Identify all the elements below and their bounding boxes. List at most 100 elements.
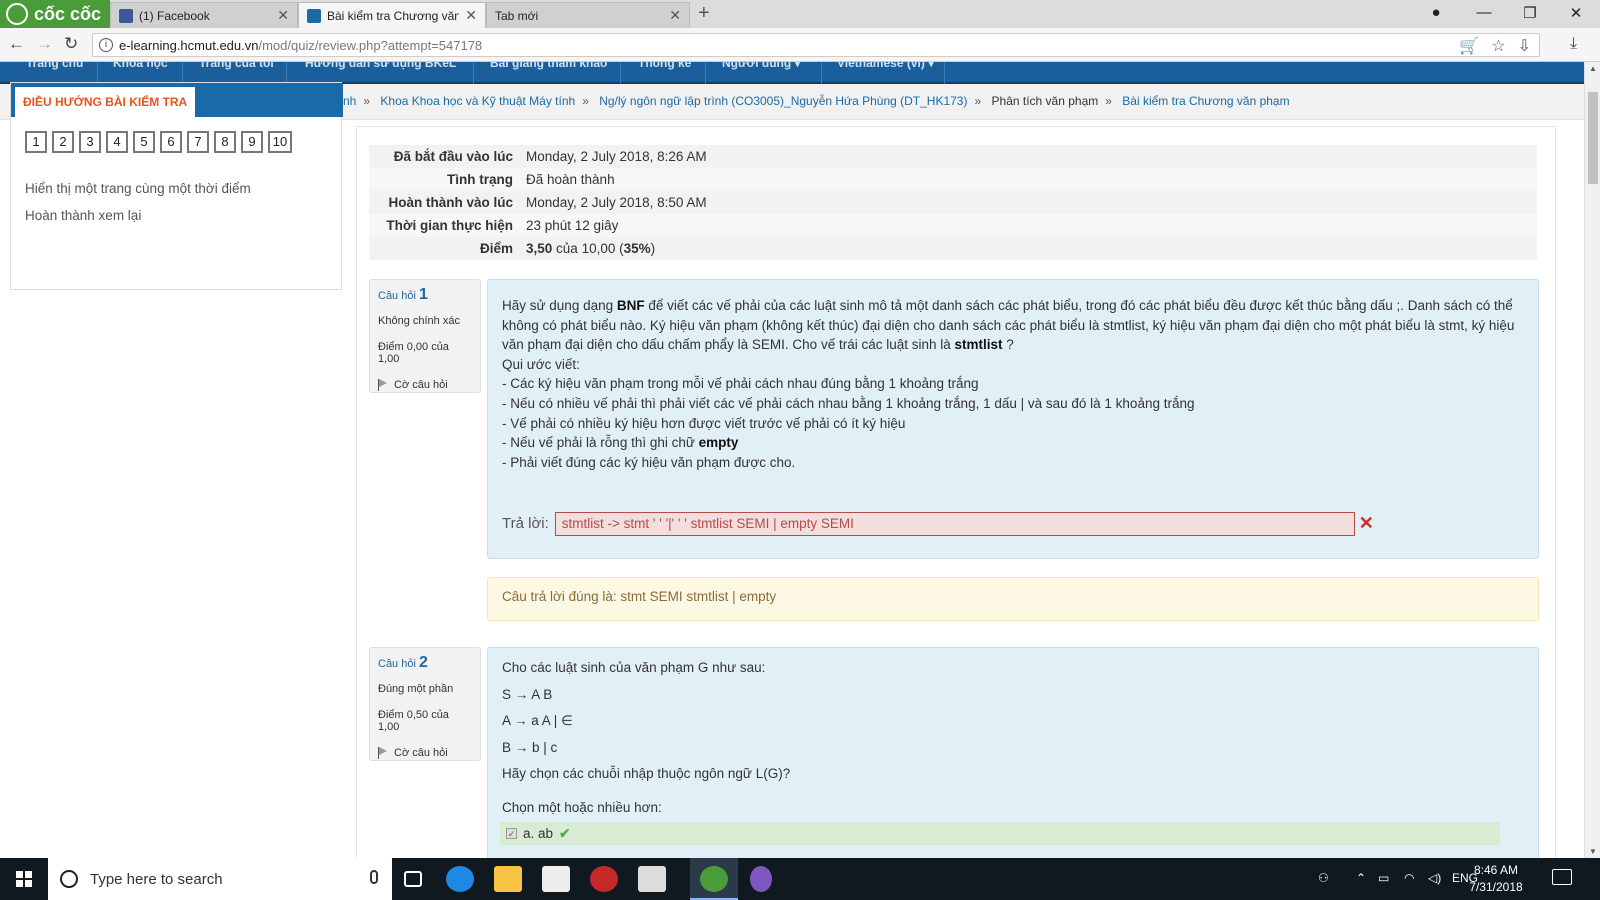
facebook-icon (119, 8, 133, 23)
summary-row: Tình trạng Đã hoàn thành (369, 168, 1537, 191)
question-link-6[interactable]: 6 (160, 131, 182, 153)
clock[interactable]: 8:46 AM 7/31/2018 (1466, 862, 1526, 896)
summary-row: Đã bắt đầu vào lúc Monday, 2 July 2018, … (369, 145, 1537, 168)
close-tab-icon[interactable]: ✕ (277, 7, 289, 24)
production-rule: A → a A | ∈ (502, 713, 573, 729)
question-link-9[interactable]: 9 (241, 131, 263, 153)
tab-title: Tab mới (495, 8, 539, 23)
nav-courses[interactable]: Khóa học (113, 62, 168, 70)
windows-logo-icon (16, 871, 32, 887)
download-icon[interactable]: ⇩ (1518, 36, 1531, 56)
question-link-3[interactable]: 3 (79, 131, 101, 153)
tab-title: (1) Facebook (139, 8, 210, 23)
bookmark-star-icon[interactable]: ☆ (1491, 36, 1505, 56)
page-scrollbar[interactable]: ▲ ▼ (1584, 62, 1600, 858)
store-icon[interactable] (542, 866, 570, 892)
summary-row: Hoàn thành vào lúc Monday, 2 July 2018, … (369, 191, 1537, 214)
question-1-content: Hãy sử dụng dạng BNF để viết các vế phải… (487, 279, 1539, 559)
checkbox[interactable]: ✓ (506, 827, 517, 839)
nav-language[interactable]: Vietnamese (vi) ▾ (837, 62, 934, 70)
question-link-5[interactable]: 5 (133, 131, 155, 153)
quiz-navigation-title: ĐIỀU HƯỚNG BÀI KIỂM TRA (15, 87, 195, 117)
scroll-down-icon[interactable]: ▼ (1589, 847, 1597, 856)
breadcrumb-link[interactable]: Khoa Khoa học và Kỹ thuật Máy tính (380, 94, 575, 108)
wifi-icon[interactable]: ◠ (1404, 871, 1414, 885)
address-bar-row: ← → ↻ i e-learning.hcmut.edu.vn/mod/quiz… (0, 28, 1600, 62)
question-link-7[interactable]: 7 (187, 131, 209, 153)
restore-icon[interactable]: ❐ (1510, 4, 1550, 22)
question-state: Không chính xác (378, 315, 460, 327)
app-icon[interactable] (590, 866, 618, 892)
close-tab-icon[interactable]: ✕ (669, 7, 681, 24)
people-icon[interactable]: ⚇ (1318, 871, 1329, 885)
browser-brand[interactable]: cốc cốc (0, 0, 110, 28)
cart-icon[interactable]: 🛒 (1459, 36, 1479, 56)
taskbar-search[interactable]: Type here to search (48, 858, 392, 900)
nav-stats[interactable]: Thống kê (638, 62, 691, 70)
search-placeholder: Type here to search (90, 870, 223, 888)
nav-my-page[interactable]: Trang của tôi (199, 62, 274, 70)
flag-question-button[interactable]: Cờ câu hỏi (378, 747, 472, 759)
summary-row: Thời gian thực hiện 23 phút 12 giây (369, 214, 1537, 237)
site-top-nav: Trang chủ Khóa học Trang của tôi Hướng d… (0, 62, 1584, 84)
cortana-icon (60, 870, 78, 888)
answer-label: Trả lời: (502, 515, 549, 533)
nav-users[interactable]: Người dùng ▾ (722, 62, 801, 70)
page-content: Trang chủ Khóa học Trang của tôi Hướng d… (0, 62, 1584, 858)
question-number: Câu hỏi 2 (378, 654, 428, 671)
edge-icon[interactable] (446, 866, 474, 892)
tray-chevron-icon[interactable]: ⌃ (1356, 871, 1366, 885)
production-rule: B → b | c (502, 739, 558, 755)
show-one-page-link[interactable]: Hiển thị một trang cùng một thời điểm (25, 181, 251, 196)
tab-quiz[interactable]: Bài kiểm tra Chương văn p ✕ (298, 2, 486, 28)
question-text: Hãy sử dụng dạng BNF để viết các vế phải… (502, 298, 1515, 470)
question-link-2[interactable]: 2 (52, 131, 74, 153)
file-explorer-icon[interactable] (494, 866, 522, 892)
site-info-icon[interactable]: i (99, 38, 113, 52)
mail-icon[interactable] (638, 866, 666, 892)
account-icon[interactable]: ● (1416, 4, 1456, 21)
breadcrumb-link[interactable]: Ng/lý ngôn ngữ lập trình (CO3005)_Nguyễn… (599, 94, 967, 108)
back-icon[interactable]: ← (8, 34, 25, 54)
question-link-4[interactable]: 4 (106, 131, 128, 153)
breadcrumb-link[interactable]: Bài kiểm tra Chương văn phạm (1122, 94, 1289, 108)
url-path: /mod/quiz/review.php?attempt=547178 (258, 37, 483, 53)
attempt-summary-table: Đã bắt đầu vào lúc Monday, 2 July 2018, … (369, 145, 1537, 260)
reload-icon[interactable]: ↻ (64, 34, 78, 54)
question-text: Hãy chọn các chuỗi nhập thuộc ngôn ngữ L… (502, 766, 791, 782)
scroll-up-icon[interactable]: ▲ (1589, 64, 1597, 73)
question-link-10[interactable]: 10 (268, 131, 292, 153)
choice-a[interactable]: ✓ a. ab ✔ (500, 821, 1500, 846)
downloads-icon[interactable]: ⤓ (1570, 35, 1577, 53)
question-link-1[interactable]: 1 (25, 131, 47, 153)
close-tab-icon[interactable]: ✕ (465, 7, 477, 24)
question-link-8[interactable]: 8 (214, 131, 236, 153)
task-view-icon[interactable] (404, 871, 422, 887)
coccoc-taskbar-icon[interactable] (700, 866, 728, 892)
window-close-icon[interactable]: ✕ (1556, 4, 1596, 22)
paint-icon[interactable] (750, 866, 772, 892)
forward-icon[interactable]: → (36, 34, 53, 54)
microphone-icon[interactable] (370, 870, 378, 884)
coccoc-logo-icon (6, 3, 28, 25)
minimize-icon[interactable]: — (1464, 4, 1504, 21)
finish-review-link[interactable]: Hoàn thành xem lại (25, 208, 141, 223)
clock-date: 7/31/2018 (1469, 880, 1523, 894)
question-grade: Điểm 0,00 của 1,00 (378, 341, 449, 365)
nav-references[interactable]: Bài giảng tham khảo (490, 62, 607, 70)
start-button[interactable] (0, 858, 48, 900)
battery-icon[interactable]: ▭ (1378, 871, 1389, 885)
volume-icon[interactable]: ◁) (1428, 871, 1441, 885)
question-grade: Điểm 0,50 của 1,00 (378, 709, 449, 733)
nav-guide[interactable]: Hướng dẫn sử dụng BKeL (305, 62, 456, 70)
tab-facebook[interactable]: (1) Facebook ✕ (110, 2, 298, 28)
url-bar[interactable]: i e-learning.hcmut.edu.vn/mod/quiz/revie… (92, 33, 1540, 57)
answer-input[interactable]: stmtlist -> stmt ' ' '|' ' ' stmtlist SE… (554, 512, 1355, 536)
breadcrumb-link[interactable]: nh (343, 94, 356, 108)
scroll-thumb[interactable] (1588, 92, 1598, 184)
nav-home[interactable]: Trang chủ (26, 62, 83, 70)
action-center-icon[interactable] (1552, 869, 1572, 885)
tab-new[interactable]: Tab mới ✕ (486, 2, 690, 28)
flag-question-button[interactable]: Cờ câu hỏi (378, 379, 472, 391)
new-tab-icon[interactable]: + (698, 2, 710, 25)
